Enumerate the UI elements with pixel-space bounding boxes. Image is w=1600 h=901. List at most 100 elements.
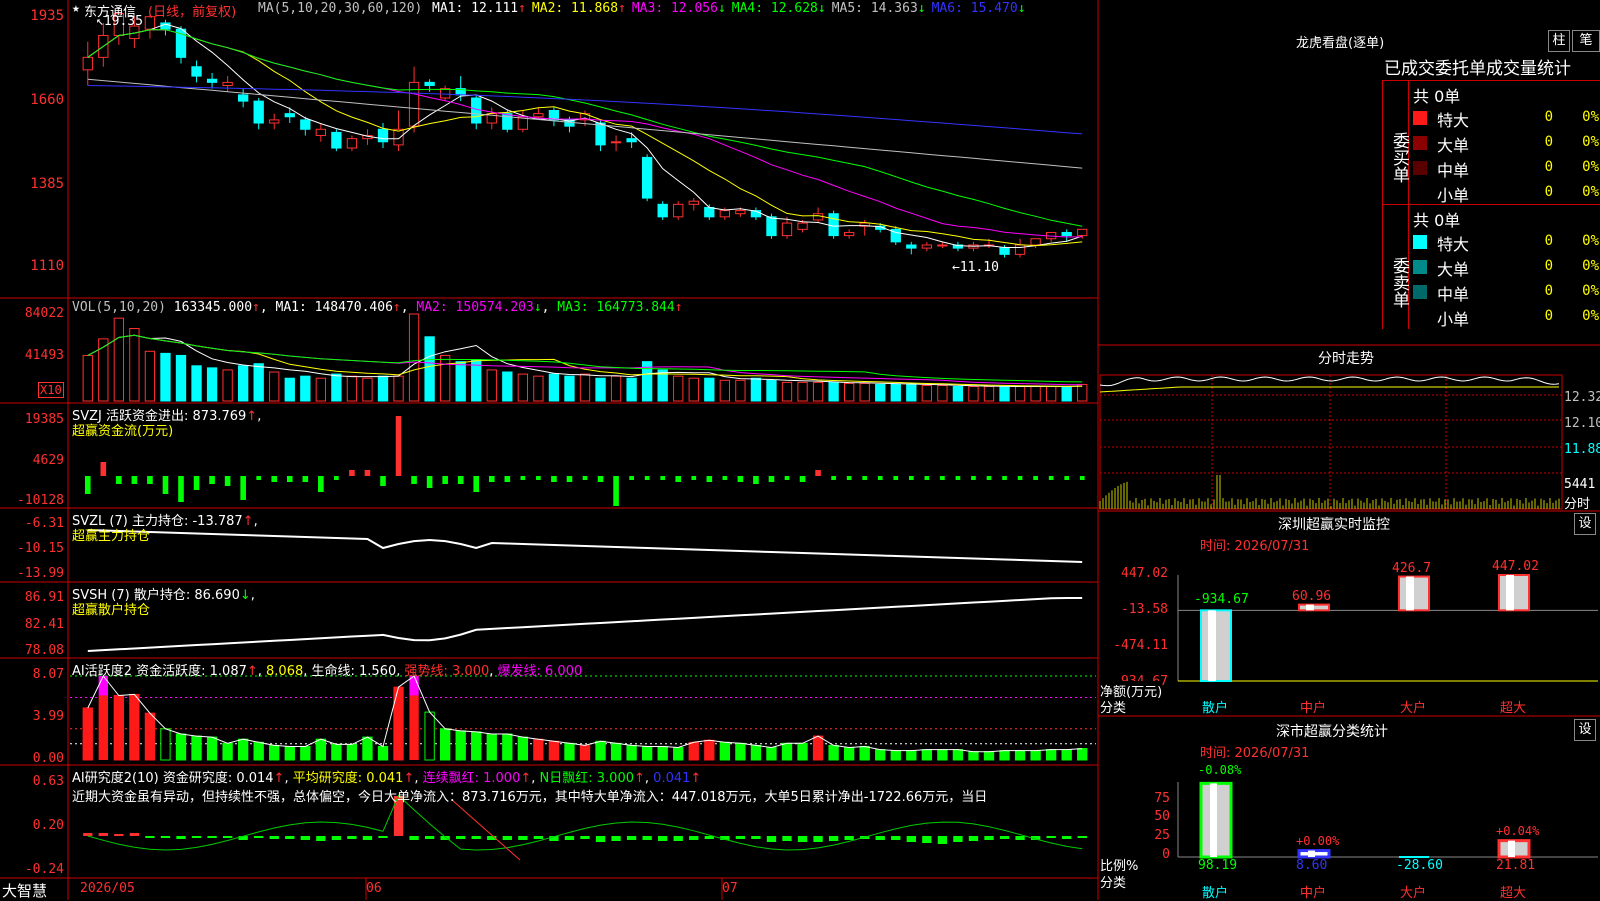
period-label[interactable]: (日线，前复权): [148, 1, 236, 20]
monitor-settings-button[interactable]: 设: [1574, 513, 1596, 535]
volume-bar: [533, 375, 544, 402]
star-icon[interactable]: ★: [72, 1, 80, 16]
ai-research-bar: [254, 836, 264, 838]
svzj-bar: [597, 476, 604, 482]
candle-body: [641, 156, 653, 199]
ma-value-2: MA2: 11.868↑: [531, 1, 626, 16]
vol-ma3: MA3: 164773.844: [557, 300, 675, 315]
lhb-title: 龙虎看盘(逐单): [1296, 36, 1385, 51]
candle-body: [393, 128, 404, 146]
volume-bar: [750, 377, 762, 402]
order-pct: 0%: [1582, 109, 1599, 125]
svzj-bar: [1048, 476, 1054, 480]
volume-bar: [98, 338, 109, 402]
ai-active-bar: [439, 728, 451, 761]
ma-line-30: [87, 29, 1083, 227]
svsh-line: [87, 597, 1083, 652]
ai-research-bar: [626, 836, 637, 840]
class-bottom-label-1: 8.60: [1296, 858, 1328, 873]
order-count: 0: [1544, 283, 1553, 299]
ai-research-bar: [875, 836, 885, 840]
svzj-bar: [940, 476, 945, 480]
ai-research-bar: [285, 836, 295, 839]
order-count: 0: [1544, 233, 1553, 249]
ai-research-axis-2: -0.24: [24, 862, 64, 877]
intraday-title: 分时走势: [1318, 351, 1374, 367]
ai-active-bar: [377, 745, 389, 761]
ai-active-bar: [206, 736, 218, 761]
svzj-bar: [193, 476, 200, 490]
ai-active-bar: [719, 741, 731, 761]
right-panel-graphics: [1099, 374, 1598, 859]
svzl-axis-0: -6.31: [24, 516, 64, 531]
ma-value-3: MA3: 12.056↓: [631, 1, 726, 16]
volume-bar: [455, 361, 466, 402]
monitor-bar-highlight-3: [1506, 575, 1514, 611]
volume-bar: [113, 317, 125, 402]
order-total: 共 0单: [1413, 211, 1461, 230]
volume-bar: [377, 375, 389, 402]
ai-research-bar: [424, 836, 435, 839]
svzj-bar: [908, 476, 914, 480]
date-tick-0: 2026/05: [80, 881, 135, 896]
ai-active-bar: [843, 747, 855, 761]
svzj-bar: [955, 476, 961, 480]
svzj-bar: [504, 476, 511, 482]
ai-research-axis-0: 0.63: [32, 774, 64, 789]
order-pct: 0%: [1582, 283, 1599, 299]
candle-body: [284, 113, 295, 118]
volume-bar: [937, 384, 948, 402]
svzj-bar: [582, 476, 588, 480]
ai-research-bar: [1015, 836, 1025, 840]
class-top-label-3: +0.04%: [1496, 823, 1540, 838]
kline-header: ★ 东方通信 (日线，前复权) MA(5,10,20,30,60,120) MA…: [0, 0, 1098, 20]
monitor-bar-highlight-0: [1208, 610, 1216, 681]
volume-bar: [144, 350, 156, 402]
candle-body: [237, 94, 249, 102]
ai-research-bar: [564, 836, 575, 840]
stroke-view-button[interactable]: 笔: [1572, 30, 1600, 52]
ai-research-bar: [813, 836, 823, 842]
svzj-bar: [815, 470, 821, 476]
candle-body: [797, 222, 808, 230]
sell-order-label: 委卖单: [1383, 205, 1409, 329]
svzj-bar: [675, 476, 682, 482]
class-time: 时间: 2026/07/31: [1200, 746, 1310, 761]
ai-research-bar: [751, 836, 761, 839]
ai-active-bar: [129, 693, 140, 761]
candle-body: [222, 81, 233, 86]
candle-body: [781, 222, 793, 237]
svzj-bar: [411, 476, 417, 484]
ma-value-6: MA6: 15.470↓: [931, 1, 1026, 16]
class-settings-button[interactable]: 设: [1574, 719, 1596, 741]
volume-bar: [331, 373, 342, 402]
svzj-bar: [691, 476, 697, 480]
svzj-bar: [893, 476, 899, 480]
svzj-bar: [256, 476, 262, 480]
class-xlabel: 分类: [1100, 876, 1127, 891]
bar-view-button[interactable]: 柱: [1548, 30, 1570, 52]
ai-active-bar: [82, 707, 93, 761]
ai-active-bar: [626, 744, 637, 761]
volume-bar: [424, 336, 435, 402]
volume-bars: [82, 313, 1088, 402]
volume-bar: [362, 377, 373, 402]
svzj-bar: [799, 476, 806, 482]
ai-active-bar: [144, 712, 156, 761]
ai-research-bar: [362, 836, 373, 840]
ai-research-bar: [689, 836, 699, 840]
ai-active-bar: [409, 695, 419, 760]
ai-active-bar: [704, 739, 715, 761]
ai-research-bar: [471, 836, 481, 839]
svzj-bar: [147, 476, 153, 484]
order-type-label: 大单: [1437, 136, 1470, 155]
volume-bar: [657, 369, 668, 402]
volume-bar: [906, 383, 917, 402]
order-type-label: 中单: [1437, 161, 1470, 180]
svzj-bar: [442, 476, 448, 484]
volume-bar: [191, 365, 202, 402]
ai-active-bar: [828, 744, 839, 761]
svzj-bar: [784, 476, 790, 480]
order-pct: 0%: [1582, 258, 1599, 274]
candle-body: [937, 244, 948, 247]
